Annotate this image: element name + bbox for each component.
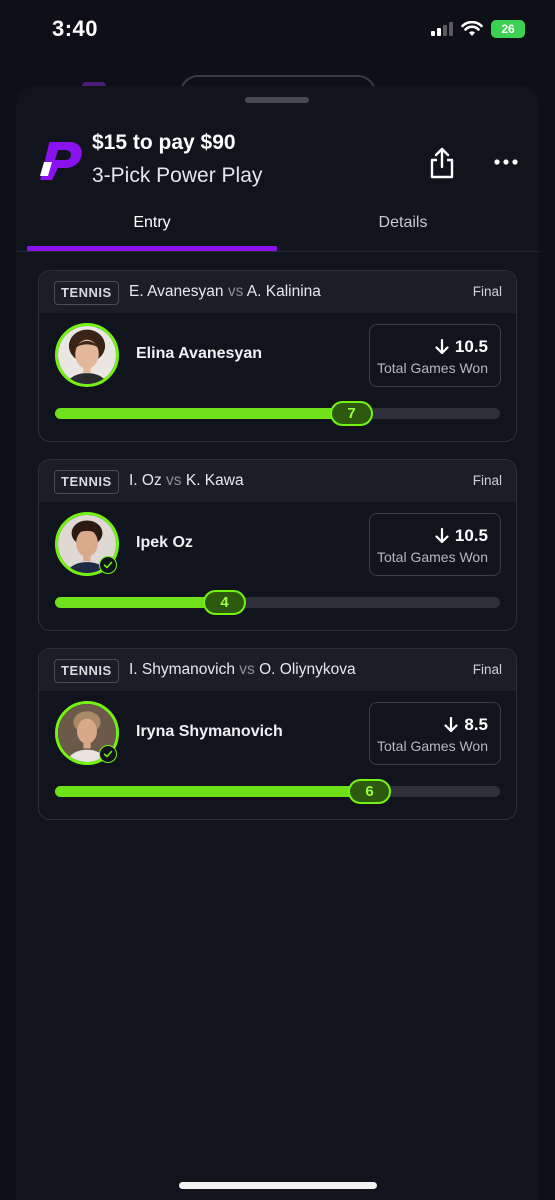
sport-badge: TENNIS (54, 281, 119, 305)
battery-icon: 26 (491, 20, 525, 38)
projection-line: 8.5 (444, 715, 488, 735)
entry-sheet: $15 to pay $90 3-Pick Power Play Entry D… (16, 86, 539, 1200)
sheet-grabber[interactable] (245, 97, 309, 103)
home-indicator[interactable] (179, 1182, 377, 1189)
pick-card-header: TENNIS E. Avanesyan vs A. Kalinina Final (39, 271, 516, 313)
tab-details[interactable]: Details (278, 214, 528, 232)
battery-level: 26 (501, 22, 515, 36)
stat-type: Total Games Won (376, 549, 488, 565)
matchup-player-a: E. Avanesyan (129, 283, 224, 300)
down-arrow-icon (435, 339, 449, 355)
sport-badge: TENNIS (54, 470, 119, 494)
down-arrow-icon (444, 717, 458, 733)
tab-entry[interactable]: Entry (27, 214, 277, 232)
hit-check-icon (99, 556, 117, 574)
active-tab-indicator (27, 246, 277, 251)
player-name: Iryna Shymanovich (136, 723, 283, 740)
projection-box: 10.5 Total Games Won (369, 513, 501, 576)
entry-title: $15 to pay $90 (92, 131, 236, 154)
matchup-player-a: I. Oz (129, 472, 162, 489)
pick-card-header: TENNIS I. Shymanovich vs O. Oliynykova F… (39, 649, 516, 691)
entry-subtitle: 3-Pick Power Play (92, 164, 263, 187)
player-name: Elina Avanesyan (136, 345, 262, 362)
matchup: I. Oz vs K. Kawa (129, 472, 244, 490)
matchup-vs: vs (166, 472, 182, 489)
status-time: 3:40 (52, 16, 99, 41)
pick-card[interactable]: TENNIS E. Avanesyan vs A. Kalinina Final… (38, 270, 517, 442)
game-status: Final (472, 473, 502, 488)
projection-line: 10.5 (435, 526, 488, 546)
projection-value: 8.5 (464, 715, 488, 734)
stat-type: Total Games Won (376, 738, 488, 754)
matchup-player-b: O. Oliynykova (259, 661, 356, 678)
game-status: Final (472, 662, 502, 677)
result-bubble: 7 (330, 401, 373, 426)
matchup: E. Avanesyan vs A. Kalinina (129, 283, 321, 301)
matchup-player-b: A. Kalinina (246, 283, 321, 300)
progress-track: 4 (55, 590, 500, 615)
matchup-player-a: I. Shymanovich (129, 661, 235, 678)
entry-tabs: Entry Details (16, 204, 539, 252)
matchup-player-b: K. Kawa (185, 472, 244, 489)
status-icons: 26 (431, 20, 525, 38)
projection-box: 10.5 Total Games Won (369, 324, 501, 387)
projection-box: 8.5 Total Games Won (369, 702, 501, 765)
pick-card[interactable]: TENNIS I. Shymanovich vs O. Oliynykova F… (38, 648, 517, 820)
share-icon[interactable] (426, 146, 458, 180)
progress-fill (55, 408, 352, 419)
progress-fill (55, 597, 225, 608)
more-options-icon[interactable] (492, 150, 520, 174)
result-bubble: 4 (203, 590, 246, 615)
progress-track: 6 (55, 779, 500, 804)
matchup-vs: vs (227, 283, 244, 300)
game-status: Final (472, 284, 502, 299)
avatar (55, 323, 119, 387)
progress-track: 7 (55, 401, 500, 426)
projection-line: 10.5 (435, 337, 488, 357)
result-bubble: 6 (348, 779, 391, 804)
down-arrow-icon (435, 528, 449, 544)
progress-fill (55, 786, 369, 797)
wifi-icon (461, 21, 483, 36)
player-headshot (58, 326, 116, 384)
pick-card[interactable]: TENNIS I. Oz vs K. Kawa Final Ipek Oz 10… (38, 459, 517, 631)
pick-card-header: TENNIS I. Oz vs K. Kawa Final (39, 460, 516, 502)
projection-value: 10.5 (454, 337, 488, 356)
cellular-signal-icon (431, 22, 453, 36)
hit-check-icon (99, 745, 117, 763)
stat-type: Total Games Won (376, 360, 488, 376)
status-bar: 3:40 26 (0, 0, 555, 62)
projection-value: 10.5 (454, 526, 488, 545)
matchup-vs: vs (239, 661, 255, 678)
sport-badge: TENNIS (54, 659, 119, 683)
player-name: Ipek Oz (136, 534, 193, 551)
matchup: I. Shymanovich vs O. Oliynykova (129, 661, 356, 679)
prizepicks-logo-icon (40, 142, 82, 180)
